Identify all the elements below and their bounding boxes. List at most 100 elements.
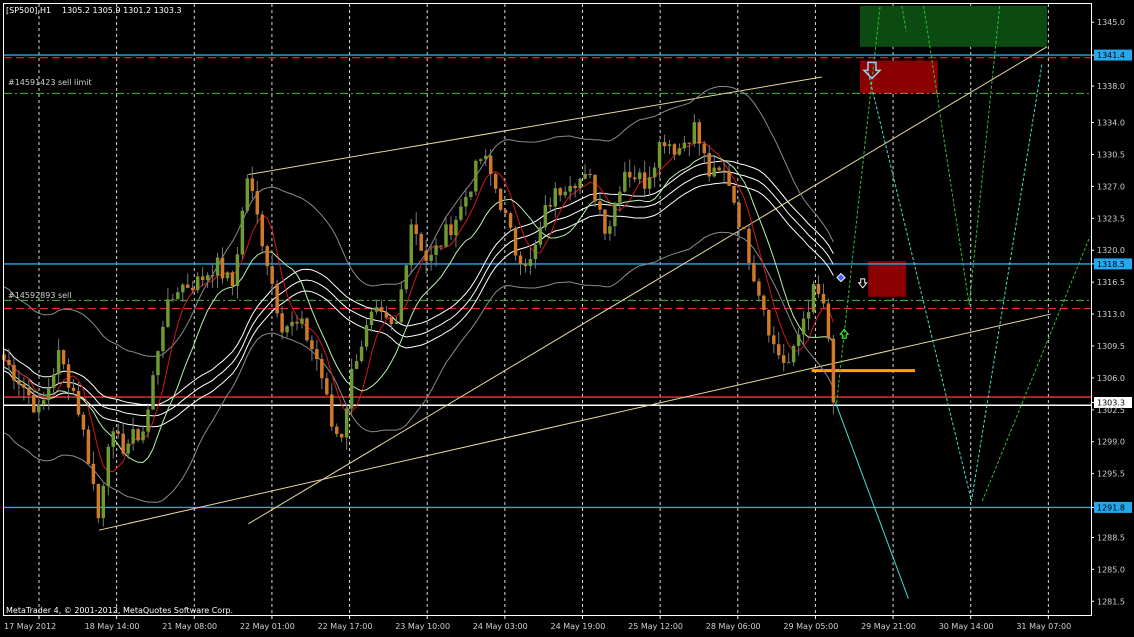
candle-body [498,188,503,210]
candle-body [17,380,21,385]
candle-body [260,214,264,247]
candle-body [508,213,513,228]
time-tick-label: 22 May 17:00 [318,622,373,631]
candle-body [464,196,468,207]
time-tick-label: 24 May 03:00 [473,622,528,631]
candle-body [767,309,771,336]
candle-body [250,178,255,192]
candle-body [181,284,185,293]
candle-body [762,295,766,310]
candle-body [707,153,711,177]
candle-body [86,429,91,464]
candle-body [12,364,16,381]
price-tick-label: 1345.0 [1097,18,1125,27]
candle-body [647,177,652,189]
candle-body [230,272,235,286]
candle-body [518,255,523,265]
candle-body [136,429,140,441]
price-tick-label: 1323.5 [1097,214,1125,223]
candle-body [369,311,374,326]
candle-body [240,210,245,255]
candle-body [449,224,453,236]
price-tick-label: 1327.0 [1097,182,1125,191]
candle-body [22,384,26,388]
candle-body [156,351,160,376]
price-tick-label: 1320.0 [1097,246,1125,255]
order-label-sell: #14592893 sell [8,291,72,300]
candle-body [166,299,170,327]
candle-body [637,172,642,180]
candle-body [171,299,175,301]
time-tick-label: 30 May 14:00 [939,622,994,631]
candle-body [598,201,602,210]
candle-body [384,312,389,318]
candle-body [200,276,205,281]
candle-body [747,228,751,263]
candle-body [394,322,399,325]
price-tick-label: 1299.0 [1097,438,1125,447]
price-tick-label: 1288.5 [1097,533,1125,542]
candle-body [51,374,56,388]
candle-body [91,463,96,484]
candle-body [479,159,483,161]
candle-body [399,289,404,323]
sell-zone [868,261,907,297]
candle-body [757,281,761,296]
candle-body [61,350,66,365]
candle-body [424,250,428,262]
time-tick-label: 21 May 08:00 [162,622,217,631]
candle-body [146,409,150,432]
candle-body [121,433,125,454]
price-tick-label: 1330.5 [1097,150,1125,159]
candle-body [732,185,736,203]
candle-body [662,142,667,147]
candle-body [126,443,130,454]
candle-body [737,202,741,227]
time-tick-label: 24 May 19:00 [551,622,606,631]
candle-body [811,284,816,313]
candle-body [712,167,716,177]
candle-body [608,226,612,234]
price-tick-label: 1313.0 [1097,310,1125,319]
candle-body [280,313,284,333]
candle-body [389,317,394,325]
chart-background [0,0,1134,637]
candle-body [374,307,379,312]
candle-body [195,276,200,291]
price-tick-label: 1309.5 [1097,342,1125,351]
candle-body [717,167,721,171]
candle-body [325,378,329,395]
candle-body [225,272,230,279]
candle-body [697,122,702,144]
candle-body [593,174,597,202]
candle-body [777,344,781,356]
candle-body [106,446,111,486]
price-chart[interactable]: 1345.0 1341.4 1338.0 1334.0 1330.5 1327.0 1323… [0,0,1134,637]
candle-body [265,246,269,267]
candle-body [46,387,51,401]
candle-body [816,284,821,294]
candle-body [786,362,791,364]
time-tick-label: 29 May 05:00 [783,622,838,631]
candle-body [488,155,493,174]
candle-body [379,307,384,313]
candle-body [801,318,806,335]
candle-body [652,167,657,178]
candle-body [588,173,592,175]
candle-body [275,283,279,314]
time-tick-label: 18 May 14:00 [85,622,140,631]
candle-body [315,349,319,360]
candle-body [513,227,518,256]
candle-body [66,364,71,388]
candle-body [101,485,106,519]
candle-body [623,171,627,192]
candle-body [270,266,274,284]
candle-body [677,148,682,155]
candle-body [543,205,548,228]
candle-body [42,400,46,405]
candle-body [702,143,706,154]
time-tick-label: 29 May 21:00 [861,622,916,631]
candle-body [339,433,344,438]
candle-body [205,275,210,281]
candle-body [603,209,607,234]
